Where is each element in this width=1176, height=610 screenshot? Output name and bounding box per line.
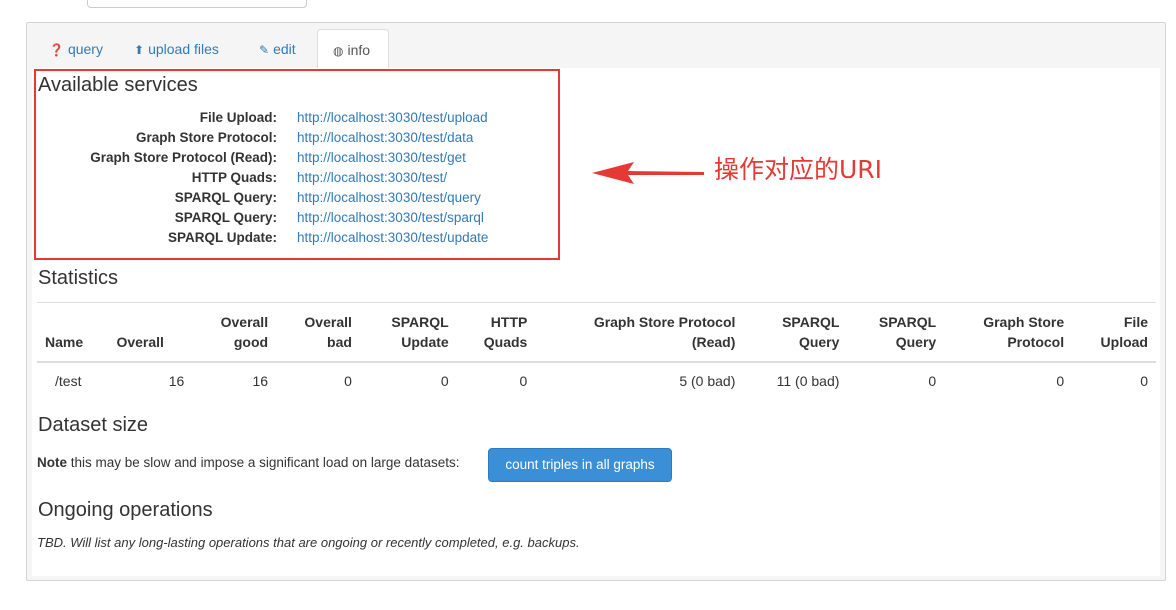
tab-info[interactable]: ◍ info xyxy=(317,29,389,69)
service-link[interactable]: http://localhost:3030/test/update xyxy=(297,228,488,248)
service-label: SPARQL Update: xyxy=(167,230,277,245)
table-cell: 0 xyxy=(1072,362,1156,400)
top-input-field[interactable] xyxy=(87,0,307,8)
service-link[interactable]: http://localhost:3030/test/sparql xyxy=(297,208,484,228)
service-label: Graph Store Protocol: xyxy=(135,130,277,145)
ongoing-heading: Ongoing operations xyxy=(38,499,213,521)
header-text: Query xyxy=(895,334,937,350)
tab-upload-label: upload files xyxy=(148,41,219,57)
header-text: Update xyxy=(401,334,449,350)
count-triples-button[interactable]: count triples in all graphs xyxy=(488,448,672,482)
header-text: (Read) xyxy=(691,334,736,350)
table-header-cell: Overall good xyxy=(192,302,277,363)
table-cell: 0 xyxy=(944,362,1073,400)
header-text: SPARQL xyxy=(782,314,840,330)
question-circle-icon: ❓ xyxy=(49,43,64,57)
header-text: SPARQL xyxy=(878,314,937,330)
table-row: /test 16 16 0 0 0 5 (0 bad) 11 (0 bad) 0 0 0 xyxy=(37,362,1156,400)
table-cell: 11 (0 bad) xyxy=(743,362,848,400)
service-label: Graph Store Protocol (Read): xyxy=(90,150,277,165)
service-link[interactable]: http://localhost:3030/test/get xyxy=(297,148,466,168)
header-text: Name xyxy=(45,334,84,350)
note-text: this may be slow and impose a significan… xyxy=(67,455,460,470)
statistics-heading: Statistics xyxy=(38,267,119,289)
header-text: Protocol xyxy=(1007,334,1065,350)
header-text: Graph Store Protocol xyxy=(593,314,736,330)
table-header-row: Name Overall Overall good Overall bad SPARQL Up… xyxy=(37,302,1156,363)
annotation-text: 操作对应的URI xyxy=(714,155,883,184)
table-header-cell: HTTP Quads xyxy=(456,302,536,363)
header-text: Overall xyxy=(116,334,164,350)
service-link[interactable]: http://localhost:3030/test/upload xyxy=(297,108,488,128)
upload-icon: ⬆ xyxy=(134,43,145,57)
service-label: File Upload: xyxy=(199,110,277,125)
header-text: Upload xyxy=(1100,334,1148,350)
header-text: Overall xyxy=(304,314,352,330)
table-header-cell: Graph Store Protocol xyxy=(944,302,1073,363)
arrow-icon xyxy=(592,162,704,184)
header-text: Overall xyxy=(220,314,269,330)
header-text: File xyxy=(1123,314,1148,330)
header-text: Query xyxy=(798,334,840,350)
header-text: good xyxy=(233,334,269,350)
tab-info-label: info xyxy=(347,42,371,58)
table-cell: 16 xyxy=(192,362,277,400)
services-heading: Available services xyxy=(38,74,198,96)
note-bold: Note xyxy=(37,455,67,470)
table-header-cell: Overall xyxy=(108,302,193,363)
header-text: SPARQL xyxy=(391,314,449,330)
ongoing-text: TBD. Will list any long-lasting operatio… xyxy=(37,535,580,550)
service-link[interactable]: http://localhost:3030/test/query xyxy=(297,188,481,208)
edit-icon: ✎ xyxy=(259,43,270,57)
table-header-cell: SPARQL Query xyxy=(847,302,945,363)
table-cell: 5 (0 bad) xyxy=(535,362,744,400)
table-cell: 0 xyxy=(847,362,945,400)
table-header-cell: Name xyxy=(37,302,109,363)
service-label: SPARQL Query: xyxy=(174,210,277,225)
header-text: Quads xyxy=(483,334,528,350)
table-header-cell: Graph Store Protocol (Read) xyxy=(535,302,744,363)
header-text: bad xyxy=(327,334,352,350)
header-text: Graph Store xyxy=(983,314,1065,330)
dashboard-icon: ◍ xyxy=(333,44,344,58)
table-header-cell: SPARQL Update xyxy=(359,302,457,363)
table-cell: 0 xyxy=(456,362,536,400)
tab-edit[interactable]: ✎ edit xyxy=(244,29,311,69)
statistics-table: Name Overall Overall good Overall bad SPARQL Up… xyxy=(37,302,1156,400)
tab-bar: ❓ query ⬆ upload files ✎ edit ◍ info xyxy=(27,23,1165,69)
table-cell: 0 xyxy=(359,362,457,400)
service-label: HTTP Quads: xyxy=(191,170,277,185)
header-text: HTTP xyxy=(490,314,528,330)
tab-edit-label: edit xyxy=(273,41,296,57)
table-header-cell: SPARQL Query xyxy=(743,302,848,363)
service-label: SPARQL Query: xyxy=(174,190,277,205)
service-link[interactable]: http://localhost:3030/test/ xyxy=(297,168,447,188)
table-cell: 16 xyxy=(108,362,193,400)
dataset-note: Note this may be slow and impose a signi… xyxy=(37,455,459,470)
table-header-cell: File Upload xyxy=(1072,302,1156,363)
dataset-size-heading: Dataset size xyxy=(38,414,149,436)
table-cell: 0 xyxy=(276,362,360,400)
table-cell: /test xyxy=(37,362,109,400)
table-header-cell: Overall bad xyxy=(276,302,360,363)
service-link[interactable]: http://localhost:3030/test/data xyxy=(297,128,473,148)
tab-query[interactable]: ❓ query xyxy=(34,29,118,69)
tab-query-label: query xyxy=(67,41,103,57)
tab-upload-files[interactable]: ⬆ upload files xyxy=(119,29,234,69)
